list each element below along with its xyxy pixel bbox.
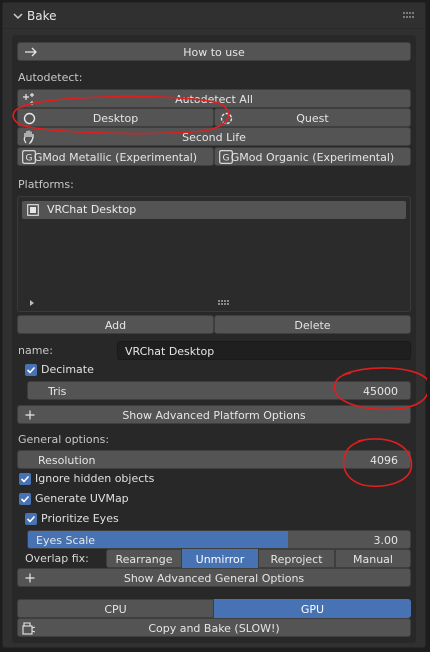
annotation-circle-tris bbox=[333, 367, 427, 411]
annotation-circle-desktop bbox=[12, 95, 230, 135]
bake-panel: Bake How to use Autodetect: Autodetect A… bbox=[2, 2, 427, 648]
annotation-overlay bbox=[12, 95, 427, 487]
annotation-circle-resolution bbox=[342, 438, 413, 487]
